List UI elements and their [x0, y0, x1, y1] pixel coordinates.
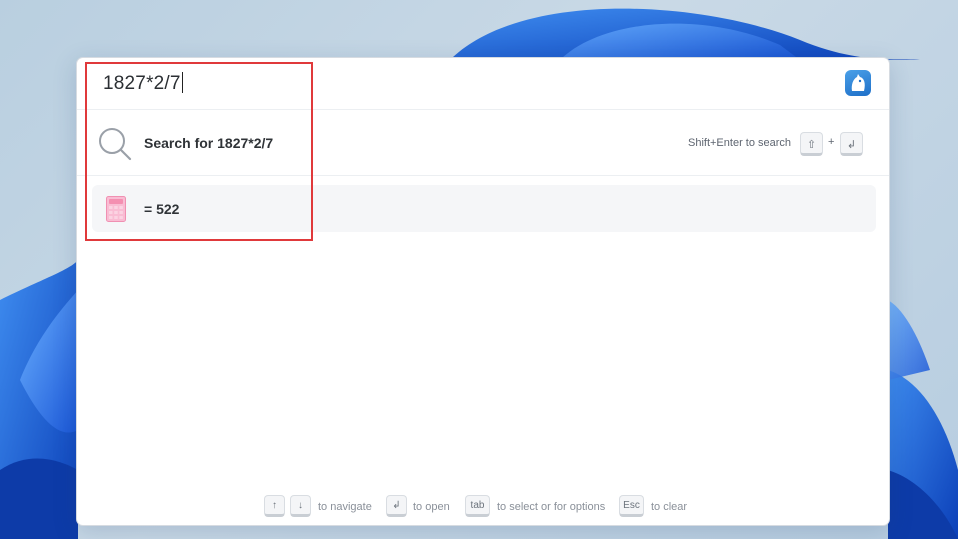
enter-key-hint-icon: ↲ [386, 495, 407, 517]
search-for-label: Search for 1827*2/7 [144, 135, 274, 151]
tab-key: tab [465, 495, 490, 517]
enter-key-icon: ↲ [840, 132, 863, 156]
clear-hint: to clear [651, 501, 688, 513]
calculation-result: = 522 [144, 201, 180, 217]
search-bar[interactable]: 1827*2/7 [77, 58, 889, 110]
text-caret [181, 72, 183, 93]
search-input[interactable]: 1827*2/7 [103, 72, 183, 95]
tab-hint: to select or for options [497, 501, 606, 513]
app-logo-icon[interactable] [845, 70, 871, 96]
shortcut-hint-text: Shift+Enter to search [688, 137, 792, 149]
keyboard-hints-footer: ↑ ↓ to navigate ↲ to open tab to select … [77, 494, 889, 520]
magnifier-icon [97, 126, 133, 167]
calculator-icon [106, 196, 126, 227]
esc-key: Esc [619, 495, 644, 517]
calculator-result-row[interactable]: = 522 [92, 185, 876, 232]
search-query-text: 1827*2/7 [103, 73, 181, 94]
open-hint: to open [413, 501, 450, 513]
desktop-background: 1827*2/7 Search for 1827*2/7 Shift+Enter… [0, 0, 958, 539]
arrow-up-key-icon: ↑ [264, 495, 285, 517]
launcher-window: 1827*2/7 Search for 1827*2/7 Shift+Enter… [76, 57, 890, 526]
arrow-down-key-icon: ↓ [290, 495, 311, 517]
search-web-row[interactable]: Search for 1827*2/7 Shift+Enter to searc… [77, 109, 889, 176]
shift-key-icon: ⇧ [800, 132, 823, 156]
plus-sign: + [828, 136, 835, 148]
navigate-hint: to navigate [318, 501, 372, 513]
